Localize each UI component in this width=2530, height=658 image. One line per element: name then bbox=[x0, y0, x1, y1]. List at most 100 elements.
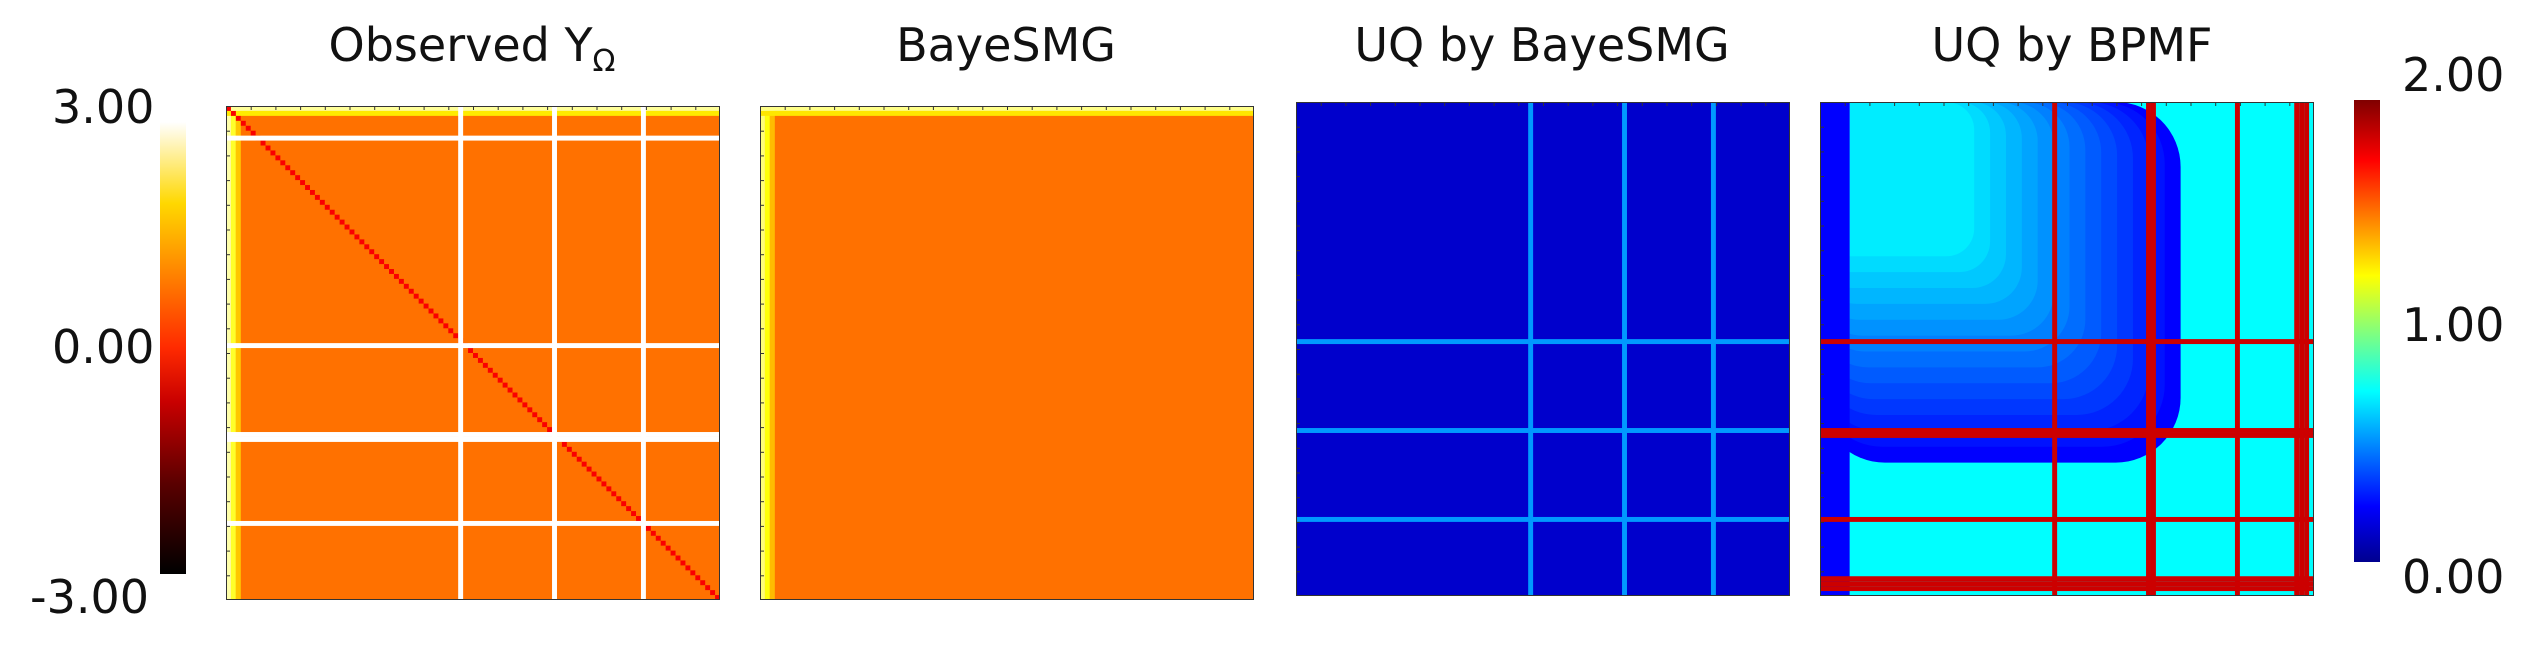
heatmap-diagonal-cell bbox=[413, 293, 419, 299]
panel-title-observed: Observed YΩ bbox=[328, 18, 616, 80]
left-colorbar-min-label: -3.00 bbox=[30, 570, 150, 624]
heatmap-diagonal-cell bbox=[591, 471, 597, 477]
heatmap-diagonal-cell bbox=[314, 194, 320, 200]
heatmap-diagonal-cell bbox=[576, 456, 582, 462]
heatmap-diagonal-cell bbox=[260, 140, 266, 146]
heatmap-diagonal-cell bbox=[305, 185, 310, 190]
heatmap-highlight-column bbox=[1710, 102, 1716, 596]
heatmap-highlight-row bbox=[1296, 339, 1790, 345]
heatmap-diagonal-cell bbox=[230, 110, 236, 116]
left-colorbar-mid-label: 0.00 bbox=[52, 320, 155, 374]
heatmap-background bbox=[760, 106, 1254, 600]
heatmap-diagonal-cell bbox=[497, 377, 503, 383]
heatmap-diagonal-cell bbox=[542, 422, 548, 428]
heatmap-diagonal-cell bbox=[680, 560, 686, 566]
heatmap-missing-column bbox=[640, 106, 646, 600]
heatmap-diagonal-cell bbox=[611, 491, 617, 497]
heatmap-diagonal-cell bbox=[710, 590, 716, 596]
heatmap-diagonal-cell bbox=[626, 506, 632, 512]
heatmap-diagonal-cell bbox=[517, 397, 523, 403]
heatmap-diagonal-cell bbox=[596, 476, 602, 482]
heatmap-diagonal-cell bbox=[408, 288, 414, 294]
heatmap-diagonal-cell bbox=[685, 565, 691, 571]
heatmap-diagonal-cell bbox=[438, 318, 444, 324]
heatmap-missing-column bbox=[458, 106, 464, 600]
heatmap-highlight-row bbox=[1296, 428, 1790, 433]
heatmap-diagonal-cell bbox=[650, 530, 656, 536]
heatmap-diagonal-cell bbox=[477, 357, 483, 363]
heatmap-diagonal-cell bbox=[354, 234, 360, 240]
heatmap-diagonal-cell bbox=[487, 367, 493, 373]
panel-title-bayesmg: BayeSMG bbox=[896, 18, 1116, 72]
heatmap-diagonal-cell bbox=[319, 199, 325, 205]
right-colorbar-min-label: 0.00 bbox=[2402, 550, 2505, 604]
heatmap-diagonal-cell bbox=[349, 229, 355, 235]
heatmap-diagonal-cell bbox=[270, 150, 276, 156]
heatmap-diagonal-cell bbox=[468, 348, 473, 353]
heatmap-diagonal-cell bbox=[690, 570, 696, 576]
heatmap-diagonal-cell bbox=[433, 313, 439, 319]
heatmap-diagonal-cell bbox=[295, 175, 301, 181]
heatmap-diagonal-cell bbox=[616, 496, 622, 502]
heatmap-diagonal-cell bbox=[473, 353, 478, 358]
heatmap-diagonal-cell bbox=[482, 362, 488, 368]
heatmap-edge-column bbox=[235, 106, 241, 600]
heatmap-edge-column bbox=[769, 106, 775, 600]
heatmap-diagonal-cell bbox=[339, 219, 345, 225]
heatmap-diagonal-cell bbox=[537, 417, 543, 423]
heatmap-diagonal-cell bbox=[250, 130, 256, 136]
heatmap-diagonal-cell bbox=[670, 550, 676, 556]
heatmap-diagonal-cell bbox=[364, 244, 370, 250]
heatmap-missing-row bbox=[226, 432, 720, 437]
heatmap-diagonal-cell bbox=[502, 382, 508, 388]
heatmap-edge-row bbox=[760, 110, 1254, 116]
heatmap-diagonal-cell bbox=[344, 224, 350, 230]
heatmap-edge-column bbox=[230, 106, 236, 600]
heatmap-diagonal-cell bbox=[398, 278, 404, 284]
heatmap-diagonal-cell bbox=[329, 209, 335, 215]
panel-title-uq-bpmf: UQ by BPMF bbox=[1931, 18, 2213, 72]
heatmap-diagonal-cell bbox=[566, 446, 572, 452]
heatmap-diagonal-cell bbox=[265, 145, 271, 151]
heatmap-diagonal-cell bbox=[695, 575, 701, 581]
heatmap-diagonal-cell bbox=[359, 239, 365, 245]
heatmap-diagonal-cell bbox=[374, 254, 380, 260]
heatmap-diagonal-cell bbox=[389, 269, 394, 274]
heatmap-diagonal-cell bbox=[675, 555, 681, 561]
heatmap-bayesmg bbox=[760, 106, 1254, 600]
heatmap-diagonal-cell bbox=[561, 441, 567, 447]
heatmap-diagonal-cell bbox=[512, 392, 518, 398]
heatmap-diagonal-cell bbox=[423, 303, 429, 309]
heatmap-diagonal-cell bbox=[443, 323, 449, 329]
heatmap-diagonal-cell bbox=[290, 170, 296, 176]
heatmap-missing-column bbox=[2294, 102, 2300, 596]
heatmap-missing-column bbox=[2299, 102, 2305, 596]
heatmap-diagonal-cell bbox=[280, 160, 286, 166]
heatmap-diagonal-cell bbox=[631, 511, 637, 517]
heatmap-diagonal-cell bbox=[700, 580, 706, 586]
left-colorbar bbox=[160, 122, 186, 574]
heatmap-missing-column bbox=[552, 106, 557, 600]
heatmap-diagonal-cell bbox=[369, 249, 375, 255]
heatmap-diagonal-cell bbox=[621, 501, 627, 507]
left-colorbar-max-label: 3.00 bbox=[52, 80, 155, 134]
heatmap-diagonal-cell bbox=[522, 402, 528, 408]
heatmap-diagonal-cell bbox=[418, 298, 424, 304]
heatmap-diagonal-cell bbox=[448, 328, 454, 334]
heatmap-edge-column bbox=[764, 106, 770, 600]
heatmap-diagonal-cell bbox=[665, 545, 671, 551]
heatmap-diagonal-cell bbox=[235, 115, 241, 121]
heatmap-diagonal-cell bbox=[245, 125, 251, 131]
heatmap-background bbox=[1296, 102, 1790, 596]
heatmap-diagonal-cell bbox=[636, 516, 641, 521]
heatmap-low-uncertainty-region bbox=[1820, 102, 2181, 463]
heatmap-highlight-column bbox=[1622, 102, 1627, 596]
heatmap-diagonal-cell bbox=[393, 273, 399, 279]
right-colorbar bbox=[2354, 100, 2380, 562]
heatmap-diagonal-cell bbox=[527, 407, 533, 413]
heatmap-diagonal-cell bbox=[581, 461, 587, 467]
heatmap-missing-column bbox=[2304, 102, 2310, 596]
heatmap-uq-bayesmg bbox=[1296, 102, 1790, 596]
heatmap-missing-row bbox=[226, 135, 720, 141]
heatmap-missing-row bbox=[226, 436, 720, 442]
